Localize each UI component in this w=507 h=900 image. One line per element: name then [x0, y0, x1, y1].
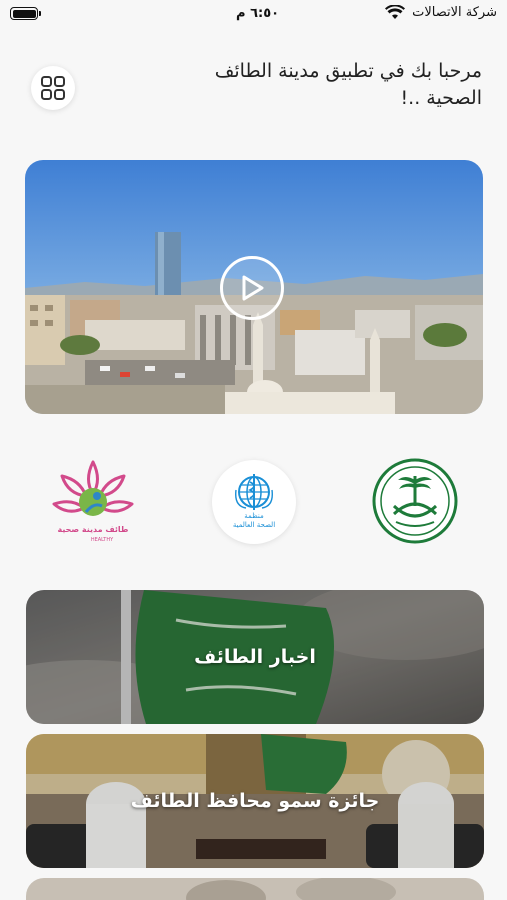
healthy-city-en-text: HEALTHY — [91, 537, 114, 543]
flower-logo-icon: طائف مدينة صحية HEALTHY — [52, 460, 134, 543]
partial-card[interactable] — [26, 878, 484, 900]
healthy-city-text: طائف مدينة صحية — [58, 525, 129, 534]
play-icon — [242, 275, 264, 301]
ministry-interior-logo[interactable] — [372, 458, 458, 544]
healthy-city-logo[interactable]: طائف مدينة صحية HEALTHY — [50, 456, 136, 548]
taif-news-label: اخبار الطائف — [194, 646, 316, 668]
grid-icon — [41, 76, 65, 100]
governor-award-label: جائزة سمو محافظ الطائف — [130, 790, 380, 812]
who-globe-icon: منظمة الصحة العالمية — [233, 474, 275, 529]
partial-card-image — [26, 878, 484, 900]
taif-news-card[interactable]: اخبار الطائف — [26, 590, 484, 724]
who-name-line2: الصحة العالمية — [233, 521, 275, 529]
play-button[interactable] — [220, 256, 284, 320]
wifi-icon — [385, 5, 405, 19]
menu-button[interactable] — [31, 66, 75, 110]
battery-icon — [10, 7, 41, 20]
welcome-title: مرحبا بك في تطبيق مدينة الطائف الصحية ..… — [214, 60, 482, 109]
who-name-line1: منظمة — [244, 512, 264, 520]
status-time: ٦:٥٠ م — [236, 6, 280, 21]
status-bar: ٦:٥٠ م شركة الاتصالات — [0, 0, 507, 30]
carrier-name: شركة الاتصالات — [412, 5, 497, 20]
saudi-emblem-icon — [372, 458, 458, 544]
governor-award-card[interactable]: جائزة سمو محافظ الطائف — [26, 734, 484, 868]
who-logo[interactable]: منظمة الصحة العالمية — [212, 460, 296, 544]
